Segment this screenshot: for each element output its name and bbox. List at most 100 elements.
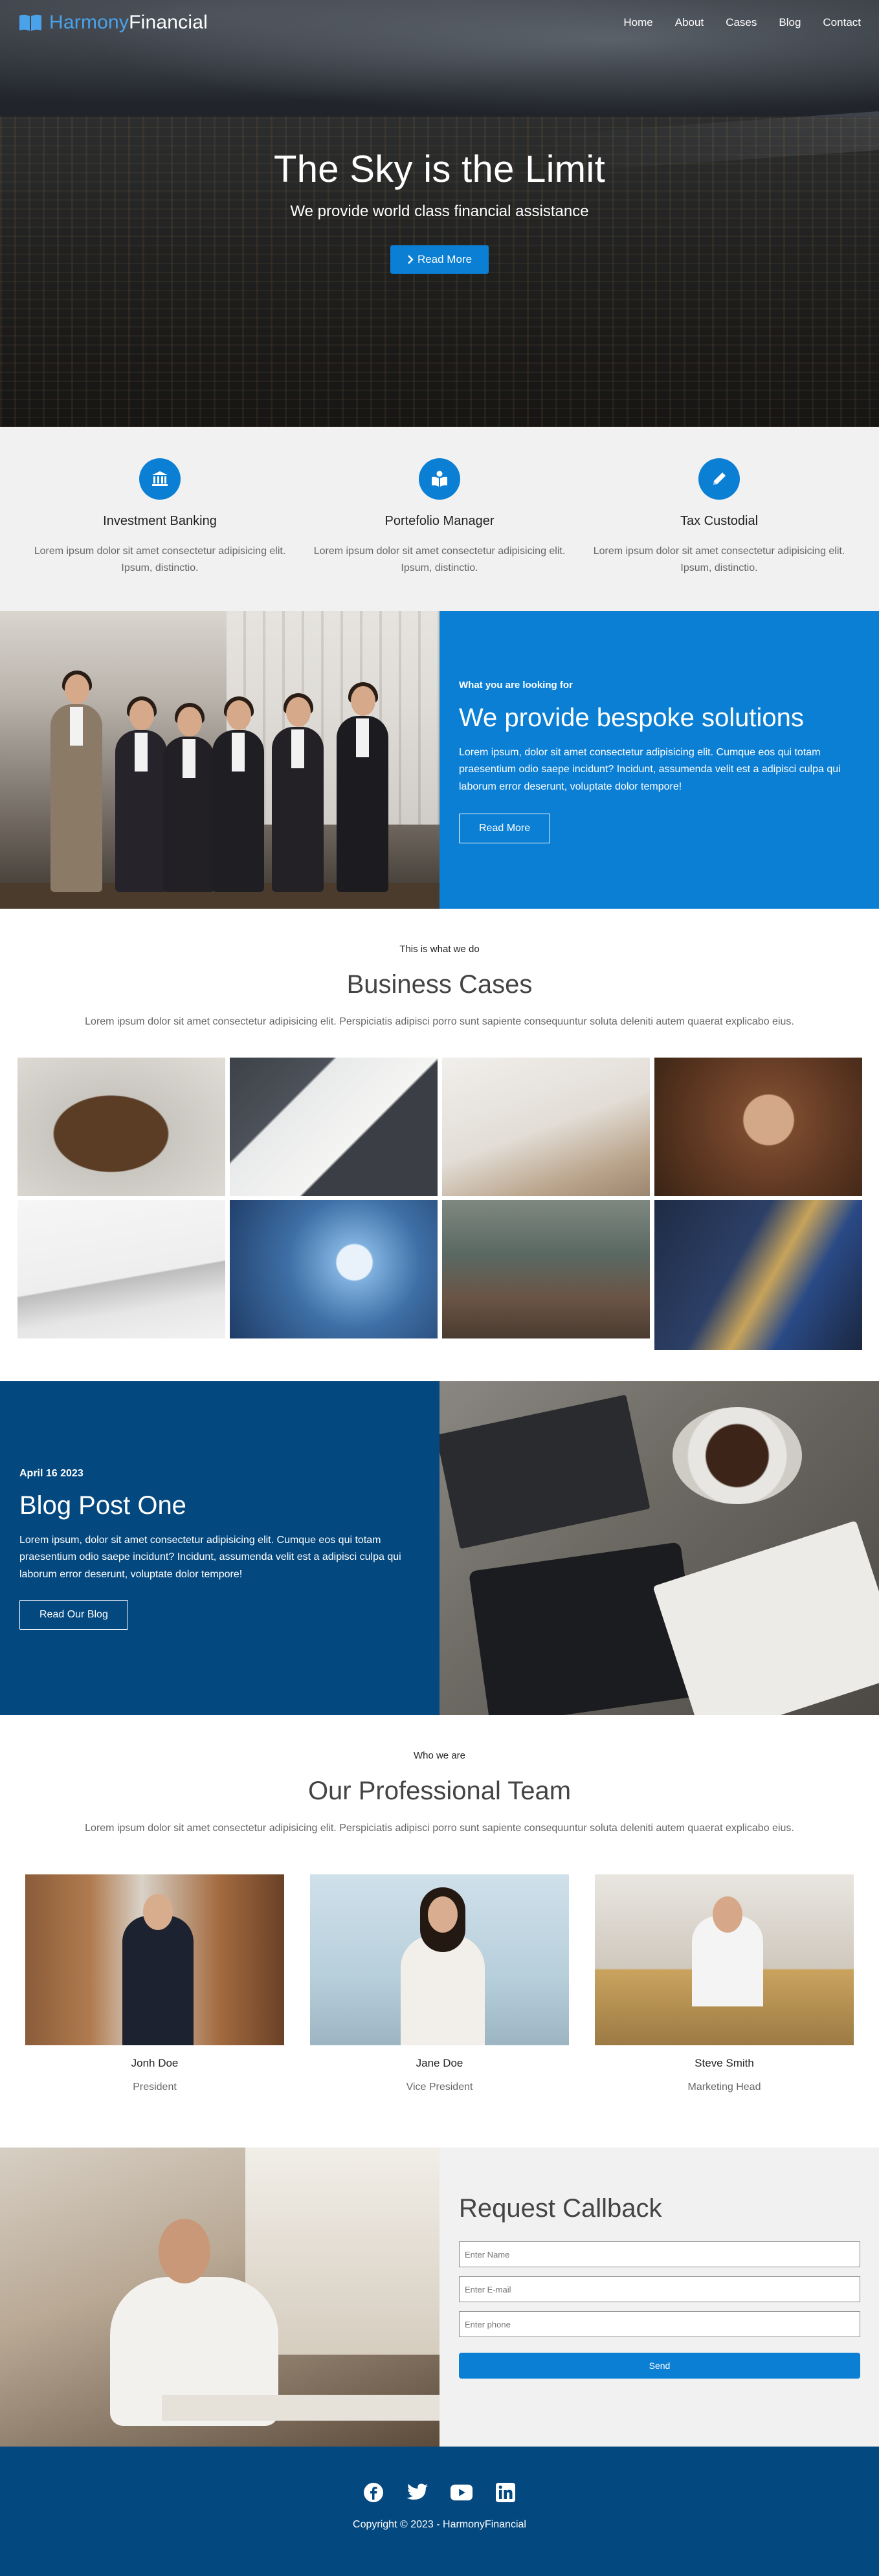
case-image-charts-desk[interactable] [229,1058,438,1196]
member-name: Steve Smith [695,2057,754,2069]
open-notebook-shape [652,1520,879,1715]
navbar: HarmonyFinancial Home About Cases Blog C… [0,0,879,45]
blog-title: Blog Post One [19,1491,186,1520]
logo[interactable]: HarmonyFinancial [18,12,208,34]
copyright-text: Copyright © 2023 - HarmonyFinancial [353,2519,526,2530]
team-section: Who we are Our Professional Team Lorem i… [0,1715,879,2148]
head-shape [159,2219,210,2283]
cases-gallery [17,1058,862,1350]
nav-home-link[interactable]: Home [623,16,652,29]
team-group-photo [0,611,440,909]
member-photo [25,1874,284,2045]
photo-person [337,682,388,892]
team-member-card: Steve Smith Marketing Head [595,1874,854,2093]
feature-investment-banking: Investment Banking Lorem ipsum dolor sit… [20,458,300,611]
case-image-skyscrapers[interactable] [229,1200,438,1338]
head-shape [143,1894,173,1930]
cup-shape [673,1407,802,1504]
team-title: Our Professional Team [307,1777,572,1805]
business-cases-section: This is what we do Business Cases Lorem … [0,909,879,1381]
team-members: Jonh Doe President Jane Doe Vice Preside… [17,1874,862,2093]
logo-text: HarmonyFinancial [49,12,208,33]
callback-image-man-phone [0,2148,440,2447]
head-shape [428,1896,458,1933]
book-reader-icon [432,471,447,487]
nav-links: Home About Cases Blog Contact [623,16,861,29]
team-member-card: Jane Doe Vice President [310,1874,569,2093]
email-input[interactable] [459,2276,860,2302]
name-input[interactable] [459,2241,860,2267]
bank-icon [152,471,168,486]
photo-person [212,696,264,892]
footer: Copyright © 2023 - HarmonyFinancial [0,2447,879,2576]
nav-about-link[interactable]: About [675,16,704,29]
linkedin-icon[interactable] [495,2482,517,2504]
team-kicker: Who we are [413,1750,466,1761]
feature-title: Tax Custodial [680,514,759,528]
nav-contact-link[interactable]: Contact [823,16,861,29]
case-image-team-hands[interactable] [654,1058,862,1196]
social-links [0,2482,879,2504]
phone-input[interactable] [459,2311,860,2337]
twitter-icon[interactable] [406,2482,428,2504]
solutions-read-more-button[interactable]: Read More [459,814,551,844]
solutions-kicker: What you are looking for [459,680,573,691]
hero-title: The Sky is the Limit [273,148,606,190]
case-image-office-team[interactable] [441,1200,650,1338]
pencil-icon [713,472,726,485]
feature-text: Lorem ipsum dolor sit amet consectetur a… [313,546,566,573]
feature-icon-circle [139,458,181,500]
blog-date: April 16 2023 [19,1468,83,1479]
read-our-blog-button[interactable]: Read Our Blog [19,1600,128,1630]
chevron-right-icon [408,255,414,264]
nav-cases-link[interactable]: Cases [726,16,757,29]
feature-portfolio-manager: Portefolio Manager Lorem ipsum dolor sit… [300,458,579,611]
cases-title: Business Cases [346,970,533,999]
member-name: Jonh Doe [131,2057,179,2069]
callback-section: Request Callback Send [0,2148,879,2447]
member-photo [595,1874,854,2045]
photo-person [50,671,102,892]
feature-text: Lorem ipsum dolor sit amet consectetur a… [593,546,845,573]
blog-section: April 16 2023 Blog Post One Lorem ipsum,… [0,1381,879,1715]
hero-button-label: Read More [417,253,473,265]
suit-shape [122,1916,194,2045]
member-role: Marketing Head [687,2082,761,2093]
cases-kicker: This is what we do [399,944,480,955]
photo-person [163,703,215,892]
hero-content: The Sky is the Limit We provide world cl… [0,148,879,274]
case-image-call-center[interactable] [654,1200,862,1350]
solutions-text: Lorem ipsum, dolor sit amet consectetur … [459,747,841,792]
member-role: Vice President [406,2082,473,2093]
photo-person [272,693,324,892]
blog-image-coffee-notebook [440,1381,879,1715]
cases-text: Lorem ipsum dolor sit amet consectetur a… [85,1016,794,1027]
head-shape [713,1896,742,1933]
facebook-icon[interactable] [362,2482,384,2504]
case-image-meeting-table[interactable] [17,1058,225,1196]
send-button[interactable]: Send [459,2353,860,2379]
photo-person [115,696,167,892]
nav-blog-link[interactable]: Blog [779,16,801,29]
blog-text: Lorem ipsum, dolor sit amet consectetur … [19,1535,401,1580]
feature-icon-circle [419,458,460,500]
blog-panel: April 16 2023 Blog Post One Lorem ipsum,… [0,1381,440,1715]
table-shape [162,2395,440,2421]
solutions-title: We provide bespoke solutions [459,704,804,732]
case-image-handshake[interactable] [441,1058,650,1196]
solutions-section: What you are looking for We provide besp… [0,611,879,909]
hero-read-more-button[interactable]: Read More [390,245,489,274]
feature-title: Investment Banking [103,514,217,528]
callback-title: Request Callback [459,2194,662,2223]
team-member-card: Jonh Doe President [25,1874,284,2093]
team-text: Lorem ipsum dolor sit amet consectetur a… [85,1823,794,1834]
hero-section: HarmonyFinancial Home About Cases Blog C… [0,0,879,427]
notebook-shape [440,1394,651,1549]
features-section: Investment Banking Lorem ipsum dolor sit… [0,427,879,611]
case-image-laptop[interactable] [17,1200,225,1338]
book-open-icon [19,14,41,31]
youtube-icon[interactable] [451,2482,473,2504]
feature-title: Portefolio Manager [384,514,495,528]
hero-subtitle: We provide world class financial assista… [290,203,589,220]
member-role: President [133,2082,177,2093]
